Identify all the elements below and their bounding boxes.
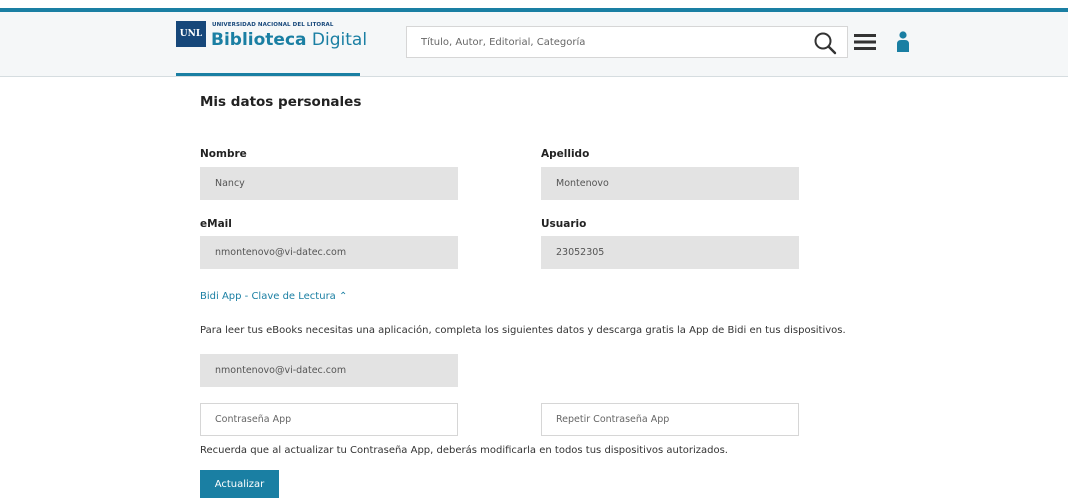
search-icon[interactable] — [813, 31, 837, 55]
usuario-label: Usuario — [541, 218, 587, 230]
logo-underline — [176, 73, 360, 76]
email-field[interactable]: nmontenovo@vi-datec.com — [200, 236, 458, 269]
bidi-info-text: Para leer tus eBooks necesitas una aplic… — [200, 325, 846, 336]
reminder-text: Recuerda que al actualizar tu Contraseña… — [200, 445, 728, 456]
usuario-field[interactable]: 23052305 — [541, 236, 799, 269]
search-input[interactable] — [406, 26, 848, 58]
apellido-field[interactable]: Montenovo — [541, 167, 799, 200]
page-title: Mis datos personales — [200, 94, 362, 110]
actualizar-button[interactable]: Actualizar — [200, 470, 279, 498]
apellido-label: Apellido — [541, 148, 590, 160]
nombre-label: Nombre — [200, 148, 247, 160]
bidi-app-toggle-link[interactable]: Bidi App - Clave de Lectura ⌃ — [200, 291, 347, 302]
email-label: eMail — [200, 218, 232, 230]
menu-icon[interactable] — [854, 33, 876, 51]
logo-subtitle: UNIVERSIDAD NACIONAL DEL LITORAL — [212, 22, 334, 28]
nombre-field[interactable]: Nancy — [200, 167, 458, 200]
logo-title: Biblioteca Digital — [211, 29, 367, 51]
logo-title-light: Digital — [311, 30, 368, 50]
logo[interactable]: UNL UNIVERSIDAD NACIONAL DEL LITORAL Bib… — [176, 19, 367, 53]
app-email-field[interactable]: nmontenovo@vi-datec.com — [200, 354, 458, 387]
logo-title-bold: Biblioteca — [211, 30, 307, 50]
logo-badge: UNL — [176, 21, 206, 47]
user-icon[interactable] — [896, 31, 910, 53]
app-password-input[interactable] — [200, 403, 458, 436]
repeat-app-password-input[interactable] — [541, 403, 799, 436]
